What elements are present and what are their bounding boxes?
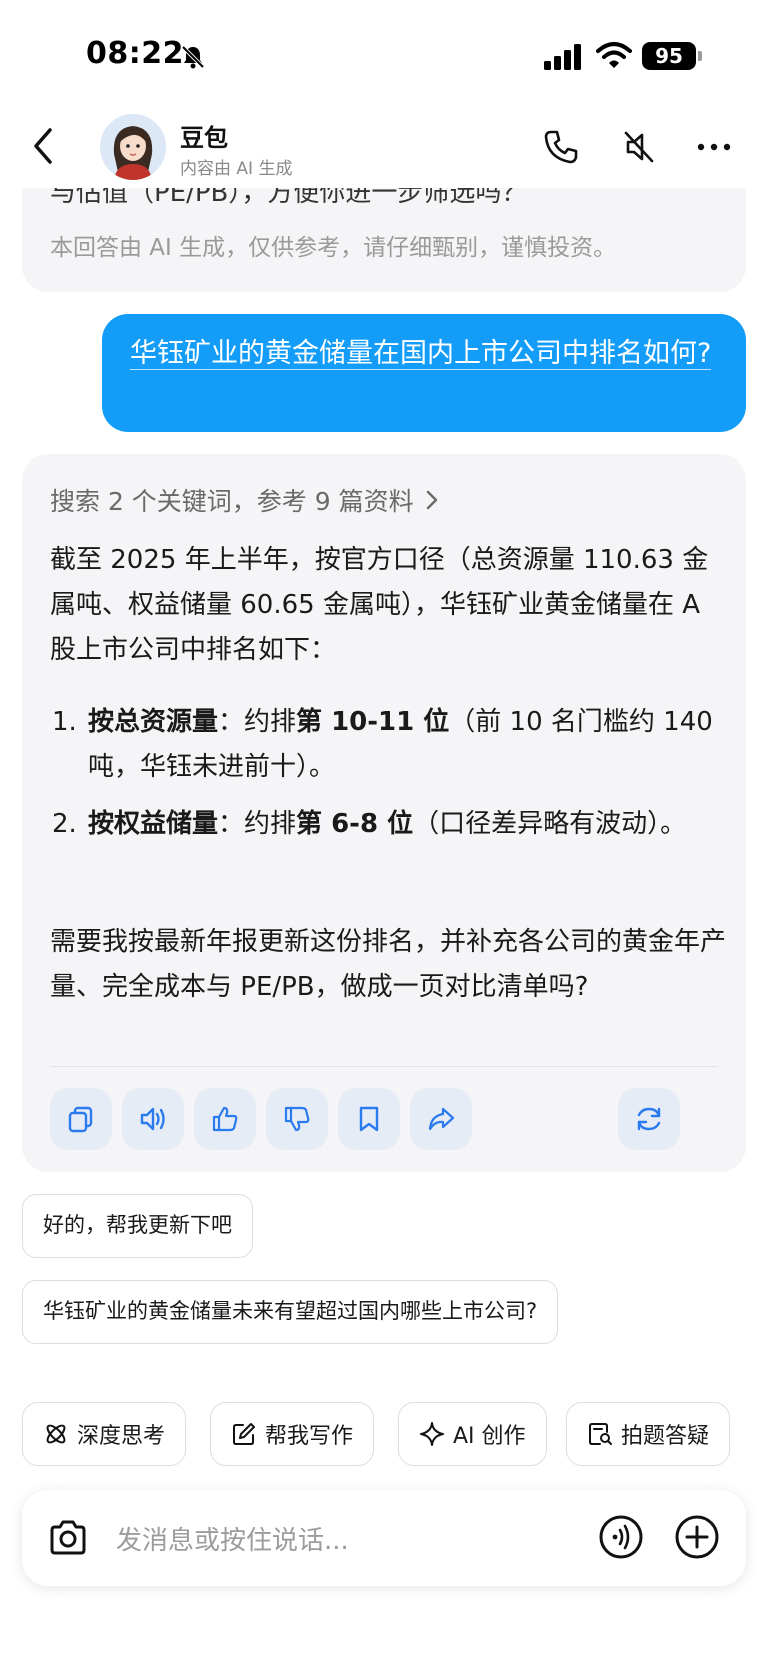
user-message-text: 华钰矿业的黄金储量在国内上市公司中排名如何?	[130, 338, 712, 370]
chip-label: 深度思考	[77, 1424, 166, 1449]
suggestion-chip[interactable]: 华钰矿业的黄金储量未来有望超过国内哪些上市公司?	[22, 1280, 559, 1344]
status-time: 08:22	[86, 36, 184, 71]
like-button[interactable]	[194, 1088, 256, 1150]
bookmark-icon	[359, 1106, 379, 1132]
avatar[interactable]	[100, 114, 166, 180]
list-rank: 第 10-11 位	[296, 707, 450, 737]
copy-button[interactable]	[50, 1088, 112, 1150]
bookmark-button[interactable]	[338, 1088, 400, 1150]
list-label: 按权益储量	[88, 809, 219, 839]
answer-intro: 截至 2025 年上半年，按官方口径（总资源量 110.63 金属吨、权益储量 …	[50, 545, 709, 665]
voice-wave-icon[interactable]	[598, 1514, 644, 1560]
plus-icon[interactable]	[674, 1514, 720, 1560]
search-reference-link[interactable]: 搜索 2 个关键词，参考 9 篇资料	[50, 482, 440, 518]
speaker-icon	[140, 1107, 165, 1131]
read-aloud-button[interactable]	[122, 1088, 184, 1150]
list-separator: ：约排	[218, 809, 297, 839]
search-reference-text: 搜索 2 个关键词，参考 9 篇资料	[50, 487, 414, 516]
chip-label: AI 创作	[453, 1424, 526, 1449]
sparkle-icon	[420, 1422, 444, 1446]
chip-label: 拍题答疑	[621, 1424, 710, 1449]
dislike-button[interactable]	[266, 1088, 328, 1150]
more-options-icon[interactable]	[694, 128, 734, 166]
message-input[interactable]: 发消息或按住说话...	[116, 1520, 349, 1557]
user-message[interactable]: 华钰矿业的黄金储量在国内上市公司中排名如何?	[102, 314, 746, 432]
status-bar: 08:22 95	[0, 0, 768, 110]
chip-photo-question[interactable]: 拍题答疑	[566, 1402, 731, 1466]
divider	[50, 1066, 718, 1067]
avatar-portrait-icon	[100, 114, 166, 180]
list-number: 1.	[52, 707, 77, 737]
chip-ai-create[interactable]: AI 创作	[398, 1402, 547, 1466]
answer-outro: 需要我按最新年报更新这份排名，并补充各公司的黄金年产量、完全成本与 PE/PB，…	[50, 927, 727, 1002]
refresh-icon	[637, 1107, 661, 1131]
signal-icon	[544, 44, 581, 70]
chip-label: 帮我写作	[265, 1424, 354, 1449]
back-arrow-icon[interactable]	[28, 124, 60, 168]
ai-answer-message: 搜索 2 个关键词，参考 9 篇资料 截至 2025 年上半年，按官方口径（总资…	[22, 454, 746, 1172]
chat-header: 豆包 内容由 AI 生成	[0, 110, 768, 188]
regenerate-button[interactable]	[618, 1088, 680, 1150]
list-item: 2. 按权益储量：约排第 6-8 位（口径差异略有波动）。	[50, 802, 730, 847]
wifi-icon	[596, 42, 632, 68]
ai-disclaimer: 本回答由 AI 生成，仅供参考，请仔细甄别，谨慎投资。	[50, 235, 617, 261]
message-input-bar: 发消息或按住说话...	[22, 1490, 746, 1586]
chip-writing[interactable]: 帮我写作	[210, 1402, 375, 1466]
chat-subtitle: 内容由 AI 生成	[180, 159, 293, 179]
list-number: 2.	[52, 809, 77, 839]
chevron-right-icon	[426, 490, 437, 510]
chat-title: 豆包	[180, 124, 228, 152]
list-rank: 第 6-8 位	[296, 809, 414, 839]
suggestion-chip[interactable]: 好的，帮我更新下吧	[22, 1194, 253, 1258]
atom-icon	[46, 1424, 66, 1444]
camera-icon[interactable]	[46, 1516, 90, 1560]
thumbs-up-icon	[212, 1106, 238, 1132]
edit-icon	[233, 1423, 255, 1445]
doc-search-icon	[589, 1423, 612, 1445]
speaker-mute-icon[interactable]	[620, 128, 658, 166]
list-label: 按总资源量	[88, 707, 219, 737]
chip-deep-think[interactable]: 深度思考	[22, 1402, 187, 1466]
share-icon	[428, 1107, 455, 1131]
copy-icon	[68, 1106, 93, 1133]
list-item: 1. 按总资源量：约排第 10-11 位（前 10 名门槛约 140 吨，华钰未…	[50, 700, 730, 790]
phone-icon[interactable]	[542, 128, 580, 166]
list-detail: （口径差异略有波动）。	[413, 809, 687, 839]
share-button[interactable]	[410, 1088, 472, 1150]
bell-off-icon	[181, 45, 205, 69]
battery-tip	[698, 51, 702, 61]
thumbs-down-icon	[284, 1106, 310, 1132]
battery-indicator: 95	[642, 42, 696, 70]
list-separator: ：约排	[218, 707, 297, 737]
